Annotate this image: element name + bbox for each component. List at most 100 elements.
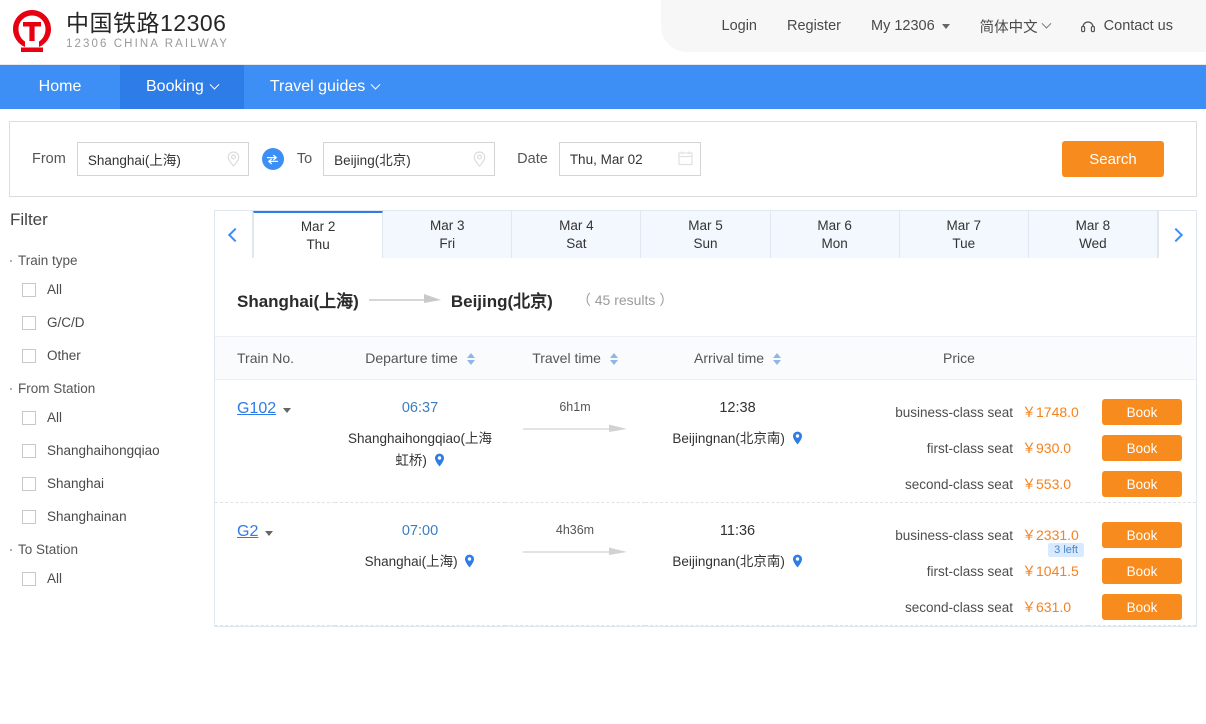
bullet-icon (10, 548, 12, 551)
arrival-cell: 11:36 Beijingnan(北京南) (645, 502, 830, 626)
book-button[interactable]: Book (1102, 399, 1182, 425)
date-tab-mar-6[interactable]: Mar 6 Mon (771, 211, 900, 258)
train-no-link[interactable]: G102 (237, 400, 276, 417)
location-pin-icon[interactable] (792, 553, 803, 568)
swap-stations-button[interactable] (252, 148, 293, 170)
price-row: first-class seat ￥1041.5 (830, 553, 1088, 589)
book-button[interactable]: Book (1102, 435, 1182, 461)
checkbox-icon[interactable] (22, 315, 36, 330)
filter-option-other[interactable]: Other (10, 348, 205, 363)
location-pin-icon[interactable] (464, 553, 475, 568)
sort-icon[interactable] (466, 353, 475, 366)
from-field[interactable] (76, 142, 250, 176)
book-button[interactable]: Book (1102, 522, 1182, 548)
search-button[interactable]: Search (1062, 141, 1164, 177)
prev-dates-button[interactable] (215, 211, 253, 258)
seat-class-name: business-class seat (895, 527, 1013, 543)
nav-travel-guides[interactable]: Travel guides (244, 65, 405, 109)
to-field[interactable] (323, 142, 497, 176)
checkbox-icon[interactable] (22, 410, 36, 425)
register-link[interactable]: Register (772, 18, 856, 34)
date-tab-mar-8[interactable]: Mar 8 Wed (1029, 211, 1158, 258)
checkbox-icon[interactable] (22, 571, 36, 586)
date-tab-day: Wed (1079, 235, 1107, 251)
my12306-menu[interactable]: My 12306 (856, 18, 965, 34)
filter-option-label: All (47, 571, 63, 586)
filter-group-title: To Station (10, 542, 205, 557)
price-row: business-class seat ￥1748.0 (830, 394, 1088, 430)
date-field[interactable] (558, 142, 702, 176)
filter-option-all[interactable]: All (10, 282, 205, 297)
header-travel-time[interactable]: Travel time (505, 337, 645, 380)
book-button[interactable]: Book (1102, 594, 1182, 620)
nav-home[interactable]: Home (0, 65, 120, 109)
nav-home-label: Home (38, 78, 82, 95)
login-link[interactable]: Login (707, 18, 772, 34)
departure-station-name: Shanghaihongqiao(上海虹桥) (347, 431, 493, 468)
date-tab-date: Mar 8 (1075, 217, 1111, 233)
date-tab-mar-7[interactable]: Mar 7 Tue (900, 211, 1029, 258)
seat-class-name: first-class seat (926, 440, 1013, 456)
chevron-down-icon[interactable] (264, 531, 273, 536)
checkbox-icon[interactable] (22, 348, 36, 363)
next-dates-button[interactable] (1157, 211, 1196, 258)
checkbox-icon[interactable] (22, 476, 36, 491)
departure-station: Shanghaihongqiao(上海虹桥) (335, 428, 505, 472)
duration-text: 4h36m (555, 523, 595, 537)
filter-option-gcd[interactable]: G/C/D (10, 315, 205, 330)
header-departure-time[interactable]: Departure time (335, 337, 505, 380)
from-label: From (32, 151, 66, 167)
swap-icon (267, 154, 279, 164)
checkbox-icon[interactable] (22, 282, 36, 297)
sort-icon[interactable] (772, 353, 781, 366)
filter-option-shanghaihongqiao[interactable]: Shanghaihongqiao (10, 443, 205, 458)
departure-cell: 06:37 Shanghaihongqiao(上海虹桥) (335, 379, 505, 503)
book-row: Book (1088, 466, 1196, 502)
route-header: Shanghai(上海) Beijing(北京) （ 45 results ） (215, 258, 1196, 336)
date-tab-mar-4[interactable]: Mar 4 Sat (512, 211, 642, 258)
filter-option-to-all[interactable]: All (10, 571, 205, 586)
filter-option-from-all[interactable]: All (10, 410, 205, 425)
brand-logo[interactable]: 中国铁路12306 12306 CHINA RAILWAY (8, 7, 229, 55)
date-tab-mar-2[interactable]: Mar 2 Thu (253, 211, 384, 258)
location-pin-icon[interactable] (434, 452, 445, 467)
language-selector[interactable]: 简体中文 (965, 16, 1065, 37)
date-tab-day: Sat (566, 235, 587, 251)
filter-option-label: All (47, 410, 63, 425)
filter-group-label: Train type (18, 253, 78, 268)
brand-name-cn: 中国铁路12306 (66, 10, 227, 36)
filter-group-title: From Station (10, 381, 205, 396)
book-button[interactable]: Book (1102, 558, 1182, 584)
top-navigation: Login Register My 12306 简体中文 Contact us (660, 0, 1206, 52)
filter-option-shanghai[interactable]: Shanghai (10, 476, 205, 491)
price-row: business-class seat ￥2331.0 3 left (830, 517, 1088, 557)
departure-time: 06:37 (401, 400, 439, 416)
arrow-right-icon (523, 421, 627, 432)
book-button[interactable]: Book (1102, 471, 1182, 497)
chevron-down-icon (370, 79, 381, 90)
header-departure-time-label: Departure time (365, 350, 458, 366)
location-pin-icon[interactable] (792, 430, 803, 445)
route-to-city: Beijing(北京) (450, 292, 553, 311)
contact-us-link[interactable]: Contact us (1065, 18, 1188, 34)
seat-price: ￥1041.5 (1022, 563, 1079, 579)
filter-option-shanghainan[interactable]: Shanghainan (10, 509, 205, 524)
chevron-down-icon[interactable] (282, 408, 291, 413)
date-tab-mar-3[interactable]: Mar 3 Fri (383, 211, 513, 258)
checkbox-icon[interactable] (22, 443, 36, 458)
date-tab-date: Mar 7 (946, 217, 982, 233)
from-input[interactable] (77, 143, 250, 175)
seat-class-name: second-class seat (904, 599, 1013, 615)
to-input[interactable] (324, 143, 497, 175)
checkbox-icon[interactable] (22, 509, 36, 524)
seat-price: ￥930.0 (1022, 440, 1072, 456)
train-no-link[interactable]: G2 (237, 523, 258, 540)
filter-group-label: From Station (18, 381, 96, 396)
sort-icon[interactable] (609, 353, 618, 366)
date-tab-mar-5[interactable]: Mar 5 Sun (641, 211, 771, 258)
header-arrival-time[interactable]: Arrival time (645, 337, 830, 380)
filter-option-label: G/C/D (47, 315, 85, 330)
chevron-down-icon (209, 79, 220, 90)
nav-booking[interactable]: Booking (120, 65, 244, 109)
price-cell: business-class seat ￥2331.0 3 left first… (830, 502, 1088, 626)
